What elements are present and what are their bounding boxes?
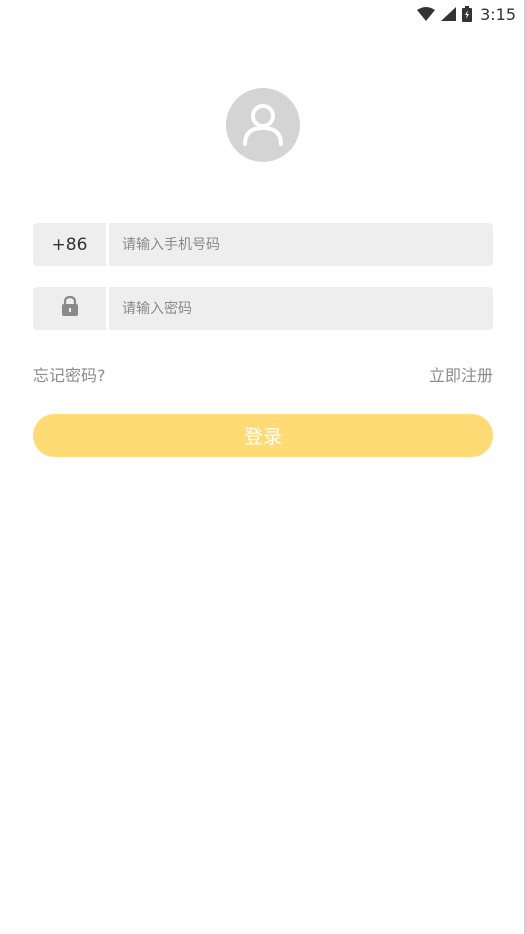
avatar[interactable] [226,88,300,162]
wifi-icon [417,7,436,21]
cellular-signal-icon [441,7,457,21]
password-input[interactable] [109,287,493,330]
phone-row: +86 [33,223,493,266]
forgot-password-link[interactable]: 忘记密码? [33,362,106,386]
country-code[interactable]: +86 [33,223,106,266]
status-bar: 3:15 [417,0,526,28]
register-link[interactable]: 立即注册 [429,362,493,386]
password-prefix [33,287,106,330]
user-avatar-icon [240,100,286,150]
phone-input[interactable] [109,223,493,266]
login-button[interactable]: 登录 [33,414,493,457]
battery-charging-icon [462,6,473,22]
status-time: 3:15 [480,4,516,24]
password-row [33,287,493,330]
lock-icon [61,295,79,321]
